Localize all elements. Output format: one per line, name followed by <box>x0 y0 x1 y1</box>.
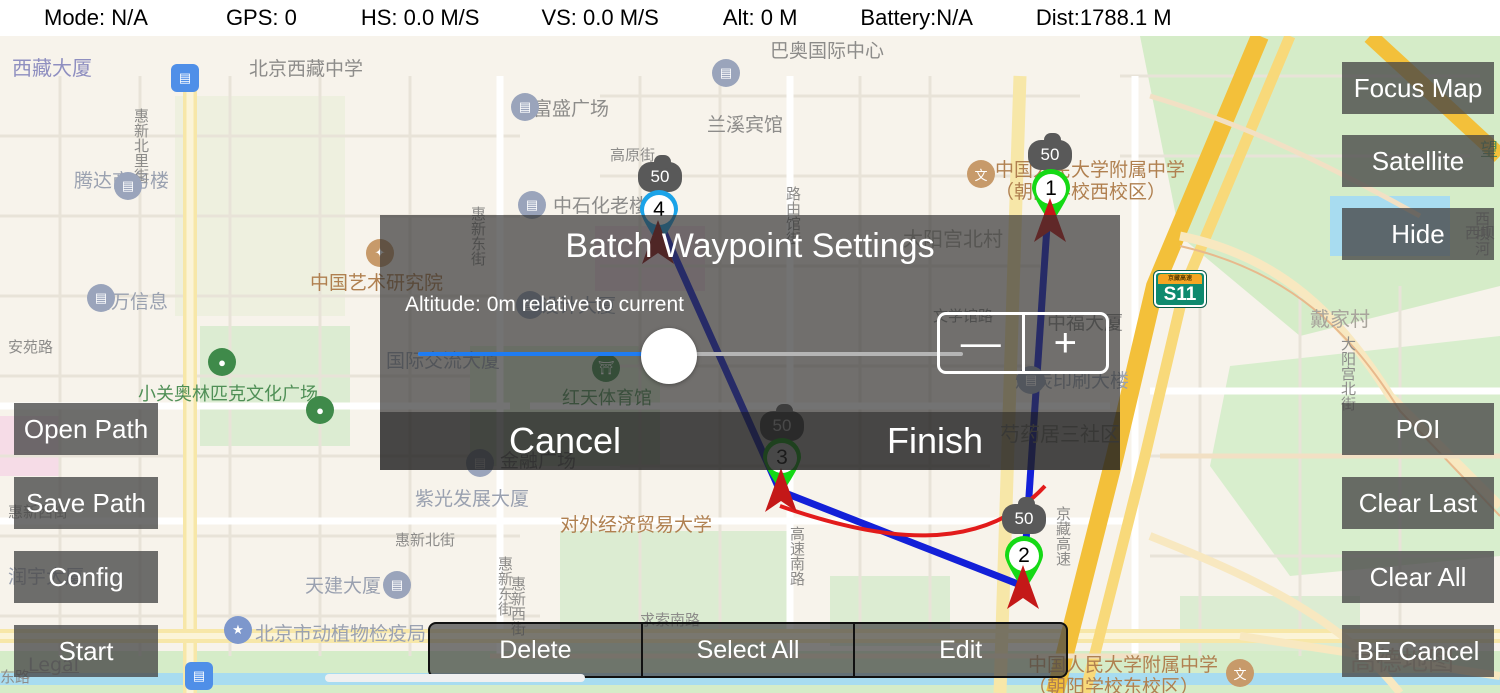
slider-thumb[interactable] <box>640 328 697 384</box>
poi-label: POI <box>1395 413 1441 444</box>
school-poi-icon: 文 <box>1226 659 1254 687</box>
save-path-label: Save Path <box>26 487 146 518</box>
telemetry-hs: HS: 0.0 M/S <box>360 5 480 30</box>
hide-label: Hide <box>1391 218 1445 249</box>
altitude-decrement-button[interactable]: — <box>940 315 1025 371</box>
be-cancel-button[interactable]: BE Cancel <box>1342 625 1494 677</box>
telemetry-alt: Alt: 0 M <box>722 5 798 30</box>
config-button[interactable]: Config <box>14 551 158 603</box>
building-poi-icon: ▤ <box>87 284 115 312</box>
clear-all-button[interactable]: Clear All <box>1342 551 1494 603</box>
telemetry-vs: VS: 0.0 M/S <box>541 5 659 30</box>
dialog-cancel-button[interactable]: Cancel <box>380 412 750 470</box>
telemetry-dist: Dist:1788.1 M <box>1035 5 1172 30</box>
building-poi-icon: ▤ <box>511 93 539 121</box>
poi-button[interactable]: POI <box>1342 403 1494 455</box>
satellite-button[interactable]: Satellite <box>1342 135 1494 187</box>
altitude-increment-button[interactable]: + <box>1025 315 1107 371</box>
config-label: Config <box>48 561 124 592</box>
park-poi-icon: ● <box>306 396 334 424</box>
telemetry-gps: GPS: 0 <box>225 5 297 30</box>
focus-map-button[interactable]: Focus Map <box>1342 62 1494 114</box>
dialog-finish-label: Finish <box>886 420 984 461</box>
start-label: Start <box>58 635 114 666</box>
school-poi-icon: 文 <box>967 160 995 188</box>
dialog-cancel-label: Cancel <box>508 420 622 461</box>
open-path-label: Open Path <box>23 413 149 444</box>
government-poi-icon: ★ <box>224 616 252 644</box>
highway-shield-number: S11 <box>1163 284 1197 305</box>
altitude-value-label: Altitude: 0m relative to current <box>405 293 684 316</box>
telemetry-battery: Battery:N/A <box>860 5 973 30</box>
park-poi-icon: ● <box>208 348 236 376</box>
highway-shield-s11: 京藏高速 S11 <box>1154 271 1206 307</box>
building-poi-icon: ▤ <box>114 172 142 200</box>
hide-button[interactable]: Hide <box>1342 208 1494 260</box>
home-indicator <box>325 674 585 682</box>
edit-label: Edit <box>939 635 983 664</box>
altitude-slider[interactable] <box>418 328 963 384</box>
clear-last-label: Clear Last <box>1358 487 1478 518</box>
waypoint-edit-toolbar: Delete Select All Edit <box>428 622 1068 678</box>
clear-last-button[interactable]: Clear Last <box>1342 477 1494 529</box>
highway-shield-sub: 京藏高速 <box>1158 274 1202 284</box>
select-all-label: Select All <box>696 635 800 664</box>
delete-label: Delete <box>499 635 572 664</box>
be-cancel-label: BE Cancel <box>1356 635 1480 666</box>
bus-stop-icon: ▤ <box>185 662 213 690</box>
clear-all-label: Clear All <box>1369 561 1467 592</box>
speed-limit-bubble: 50 <box>1002 497 1046 534</box>
bus-stop-icon: ▤ <box>171 64 199 92</box>
drone-heading-arrow-2 <box>1007 565 1039 609</box>
telemetry-mode: Mode: N/A <box>44 5 148 30</box>
satellite-label: Satellite <box>1371 145 1465 176</box>
drone-heading-arrow-3 <box>765 468 797 512</box>
dialog-action-row: Cancel Finish <box>380 412 1120 470</box>
edit-button[interactable]: Edit <box>855 624 1066 676</box>
start-button[interactable]: Start <box>14 625 158 677</box>
save-path-button[interactable]: Save Path <box>14 477 158 529</box>
focus-map-label: Focus Map <box>1353 72 1483 103</box>
building-poi-icon: ▤ <box>383 571 411 599</box>
telemetry-bar: Mode: N/A GPS: 0 HS: 0.0 M/S VS: 0.0 M/S… <box>0 0 1500 36</box>
building-poi-icon: ▤ <box>712 59 740 87</box>
open-path-button[interactable]: Open Path <box>14 403 158 455</box>
dialog-finish-button[interactable]: Finish <box>750 412 1120 470</box>
batch-waypoint-settings-dialog: Batch Waypoint Settings Altitude: 0m rel… <box>380 215 1120 470</box>
slider-fill <box>418 352 669 356</box>
delete-button[interactable]: Delete <box>430 624 643 676</box>
altitude-stepper[interactable]: — + <box>937 312 1109 374</box>
dialog-title: Batch Waypoint Settings <box>565 227 935 265</box>
speed-limit-bubble: 50 <box>1028 133 1072 170</box>
select-all-button[interactable]: Select All <box>643 624 856 676</box>
